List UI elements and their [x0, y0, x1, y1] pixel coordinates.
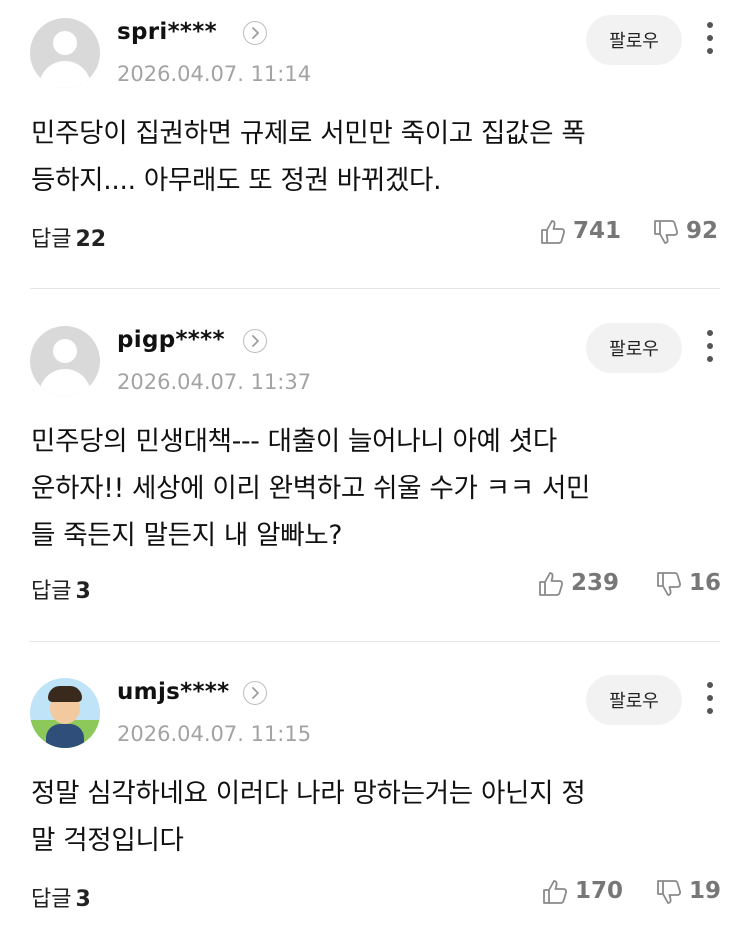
chevron-right-icon[interactable] [243, 681, 267, 705]
replies-label: 답글 [31, 887, 72, 912]
comment-text: 민주당이 집권하면 규제로 서민만 죽이고 집값은 폭 등하지.... 아무래도… [31, 118, 586, 196]
thumbs-down-icon [654, 220, 679, 244]
replies-label: 답글 [31, 227, 72, 252]
comment-item: umjs**** 2026.04.07. 11:15 팔로우 정말 심각하네요 … [0, 660, 750, 950]
username[interactable]: spri**** [117, 19, 217, 45]
default-profile-icon[interactable] [30, 326, 100, 396]
like-count: 239 [571, 570, 620, 596]
dislike-count: 92 [686, 218, 719, 244]
more-options-icon[interactable] [700, 680, 720, 716]
comment-item: spri**** 2026.04.07. 11:14 팔로우 민주당이 집권하면… [0, 0, 750, 290]
like-count: 170 [575, 878, 624, 904]
chevron-right-icon[interactable] [243, 329, 267, 353]
thumbs-up-icon [541, 220, 566, 244]
thumbs-up-icon [543, 880, 568, 904]
dislike-count: 16 [689, 570, 722, 596]
follow-button[interactable]: 팔로우 [586, 323, 682, 373]
more-options-icon[interactable] [700, 20, 720, 56]
thumbs-down-icon [657, 572, 682, 596]
replies-button[interactable]: 답글 3 [31, 881, 91, 913]
follow-button[interactable]: 팔로우 [586, 15, 682, 65]
thumbs-down-icon [657, 880, 682, 904]
follow-button[interactable]: 팔로우 [586, 675, 682, 725]
username[interactable]: pigp**** [117, 327, 225, 353]
comment-timestamp: 2026.04.07. 11:37 [117, 370, 312, 394]
divider [30, 641, 720, 642]
replies-button[interactable]: 답글 3 [31, 573, 91, 605]
thumbs-up-icon [539, 572, 564, 596]
comment-list: spri**** 2026.04.07. 11:14 팔로우 민주당이 집권하면… [0, 0, 750, 943]
replies-label: 답글 [31, 579, 72, 604]
replies-count: 22 [75, 227, 107, 252]
replies-button[interactable]: 답글 22 [31, 221, 106, 253]
chevron-right-icon[interactable] [243, 21, 267, 45]
username[interactable]: umjs**** [117, 679, 229, 705]
user-photo-avatar[interactable] [30, 678, 100, 748]
dislike-count: 19 [689, 878, 722, 904]
more-options-icon[interactable] [700, 328, 720, 364]
comment-timestamp: 2026.04.07. 11:15 [117, 722, 312, 746]
default-profile-icon[interactable] [30, 18, 100, 88]
comment-text: 정말 심각하네요 이러다 나라 망하는거는 아닌지 정 말 걱정입니다 [31, 778, 586, 856]
comment-item: pigp**** 2026.04.07. 11:37 팔로우 민주당의 민생대책… [0, 308, 750, 604]
replies-count: 3 [75, 579, 91, 604]
comment-text: 민주당의 민생대책--- 대출이 늘어나니 아예 셧다 운하자!! 세상에 이리… [31, 426, 591, 551]
like-count: 741 [573, 218, 622, 244]
replies-count: 3 [75, 887, 91, 912]
divider [30, 288, 720, 289]
comment-timestamp: 2026.04.07. 11:14 [117, 62, 312, 86]
